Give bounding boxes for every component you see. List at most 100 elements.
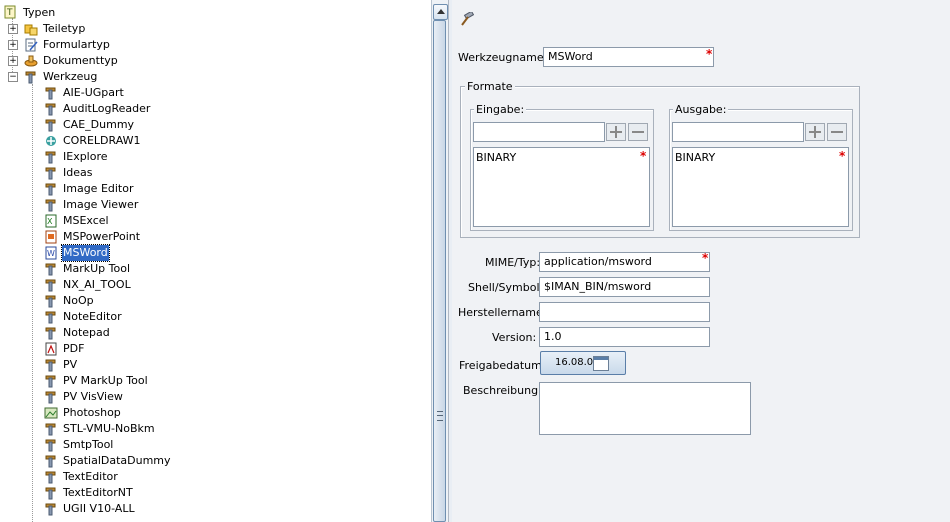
tool-icon bbox=[45, 391, 56, 404]
tree-item-label: NX_AI_TOOL bbox=[63, 278, 131, 291]
remove-input-format-button[interactable] bbox=[628, 123, 648, 141]
input-format-list[interactable]: BINARY bbox=[473, 147, 650, 227]
description-label: Beschreibung: bbox=[463, 384, 542, 397]
toolname-label: Werkzeugname: bbox=[458, 51, 548, 64]
tool-icon bbox=[45, 327, 56, 340]
list-item[interactable]: BINARY bbox=[675, 151, 846, 164]
formats-legend: Formate bbox=[465, 80, 515, 93]
release-date-label: Freigabedatum: bbox=[459, 359, 546, 372]
required-marker: * bbox=[702, 251, 709, 265]
tree-item-label: IExplore bbox=[63, 150, 108, 163]
tree-guide-line bbox=[32, 84, 33, 522]
tree-item-label: MSExcel bbox=[63, 214, 109, 227]
tree-root-label: Typen bbox=[23, 6, 56, 19]
input-format-field[interactable] bbox=[473, 122, 605, 142]
tool-icon bbox=[45, 167, 56, 180]
tool-icon bbox=[45, 263, 56, 276]
tree-item-label: MarkUp Tool bbox=[63, 262, 131, 275]
expand-plus-icon[interactable]: + bbox=[8, 56, 18, 66]
mime-label: MIME/Typ: bbox=[485, 256, 541, 269]
required-marker: * bbox=[640, 149, 647, 163]
description-field[interactable] bbox=[539, 382, 751, 435]
coreldraw-icon bbox=[46, 136, 56, 146]
tool-icon bbox=[45, 119, 56, 132]
scroll-grip-icon bbox=[437, 411, 443, 421]
tree-item-label: CAE_Dummy bbox=[63, 118, 135, 131]
output-format-field[interactable] bbox=[672, 122, 804, 142]
tree-item-label: Image Viewer bbox=[63, 198, 139, 211]
expand-plus-icon[interactable]: + bbox=[8, 40, 18, 50]
tool-icon bbox=[45, 359, 56, 372]
collapse-minus-icon[interactable]: − bbox=[8, 72, 18, 82]
tree-item-label: Photoshop bbox=[63, 406, 121, 419]
tool-icon bbox=[45, 87, 56, 100]
tree-group-label: Teiletyp bbox=[43, 22, 86, 35]
excel-icon: X bbox=[45, 214, 57, 228]
toolname-field[interactable]: MSWord bbox=[543, 47, 714, 67]
required-marker: * bbox=[706, 47, 713, 61]
tool-group-icon bbox=[25, 71, 36, 84]
scroll-thumb[interactable] bbox=[433, 20, 446, 522]
form-type-icon bbox=[25, 38, 38, 52]
tree-item-label: NoteEditor bbox=[63, 310, 122, 323]
output-formats-legend: Ausgabe: bbox=[673, 103, 729, 116]
word-icon: W bbox=[45, 246, 57, 260]
tool-icon bbox=[45, 279, 56, 292]
tree-item-label: MSWord bbox=[61, 244, 110, 262]
tool-icon bbox=[45, 423, 56, 436]
shell-field[interactable]: $IMAN_BIN/msword bbox=[539, 277, 710, 297]
tool-icon bbox=[45, 471, 56, 484]
tree-item-label: UGII V10-ALL bbox=[63, 502, 135, 515]
type-tree[interactable]: T Typen + Teiletyp + Formulartyp + Dokum… bbox=[0, 0, 432, 522]
add-input-format-button[interactable] bbox=[606, 123, 626, 141]
tree-item-label: PV bbox=[63, 358, 78, 371]
tool-icon bbox=[45, 103, 56, 116]
tool-icon bbox=[45, 295, 56, 308]
svg-text:W: W bbox=[47, 249, 55, 258]
expand-plus-icon[interactable]: + bbox=[8, 24, 18, 34]
required-marker: * bbox=[839, 149, 846, 163]
vendor-field[interactable] bbox=[539, 302, 710, 322]
tree-group-label: Formulartyp bbox=[43, 38, 110, 51]
types-root-icon: T bbox=[4, 5, 16, 19]
calendar-icon bbox=[593, 356, 609, 371]
tree-item-label: PDF bbox=[63, 342, 85, 355]
tool-properties-panel: Werkzeugname: MSWord * Formate Eingabe: … bbox=[452, 0, 950, 522]
remove-output-format-button[interactable] bbox=[827, 123, 847, 141]
tree-item-label: NoOp bbox=[63, 294, 94, 307]
part-type-icon bbox=[24, 24, 38, 36]
vendor-label: Herstellername: bbox=[458, 306, 547, 319]
tree-item-label: CORELDRAW1 bbox=[63, 134, 141, 147]
tree-scrollbar[interactable] bbox=[431, 0, 448, 522]
tool-icon bbox=[45, 439, 56, 452]
tool-icon bbox=[45, 151, 56, 164]
tree-item-label: SmtpTool bbox=[63, 438, 114, 451]
pdf-icon bbox=[45, 342, 57, 356]
version-field[interactable]: 1.0 bbox=[539, 327, 710, 347]
svg-text:T: T bbox=[6, 8, 13, 18]
tree-item-label: MSPowerPoint bbox=[63, 230, 141, 243]
tree-item-label: Ideas bbox=[63, 166, 93, 179]
tree-item-label: PV VisView bbox=[63, 390, 123, 403]
powerpoint-icon bbox=[45, 230, 57, 244]
svg-text:X: X bbox=[47, 217, 53, 226]
hammer-icon[interactable] bbox=[460, 12, 474, 26]
tool-icon bbox=[45, 199, 56, 212]
tool-icon bbox=[45, 183, 56, 196]
input-formats-legend: Eingabe: bbox=[474, 103, 527, 116]
tool-icon bbox=[45, 487, 56, 500]
tool-icon bbox=[45, 311, 56, 324]
tree-group-label: Dokumenttyp bbox=[43, 54, 118, 67]
tree-item-label: SpatialDataDummy bbox=[63, 454, 171, 467]
scroll-up-button[interactable] bbox=[433, 4, 448, 20]
mime-field[interactable]: application/msword bbox=[539, 252, 710, 272]
photoshop-icon bbox=[44, 407, 58, 419]
output-format-list[interactable]: BINARY bbox=[672, 147, 849, 227]
tool-icon bbox=[45, 375, 56, 388]
list-item[interactable]: BINARY bbox=[476, 151, 647, 164]
tree-item-label: Notepad bbox=[63, 326, 110, 339]
tool-icon bbox=[45, 503, 56, 516]
release-date-button[interactable]: 16.08.05 bbox=[540, 351, 626, 375]
add-output-format-button[interactable] bbox=[805, 123, 825, 141]
tree-item-label: PV MarkUp Tool bbox=[63, 374, 148, 387]
